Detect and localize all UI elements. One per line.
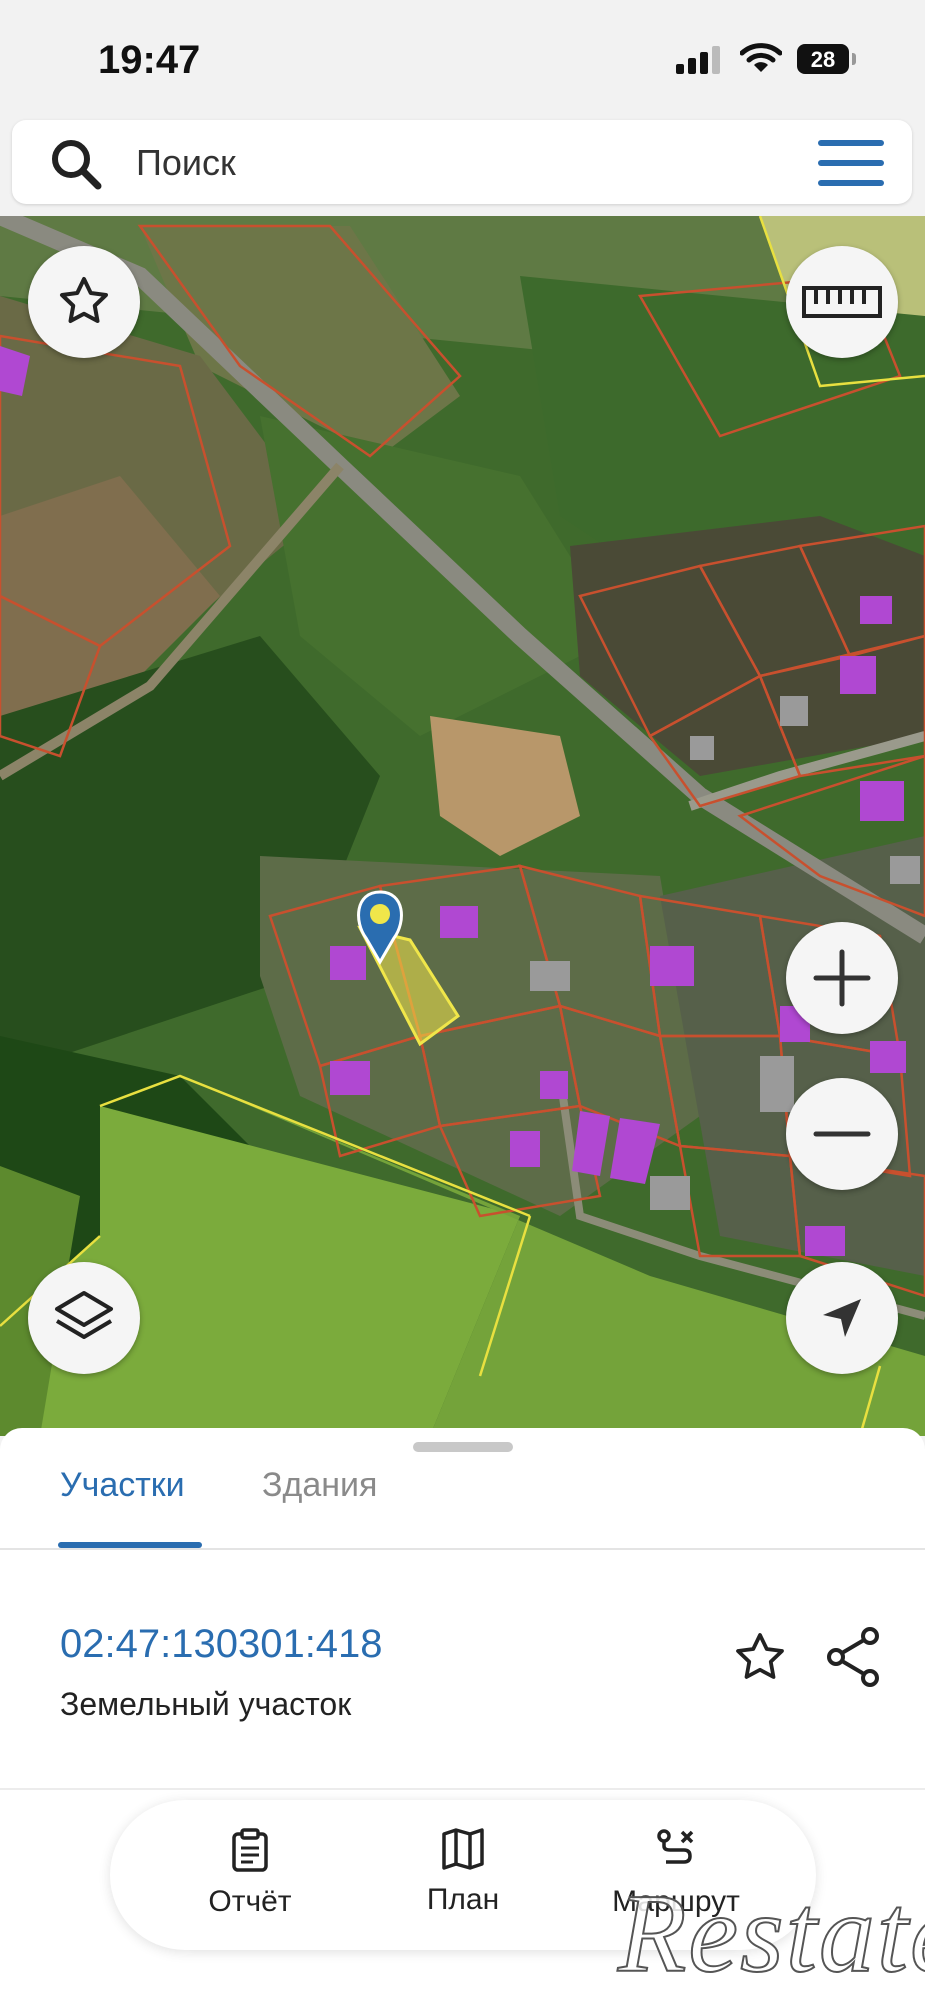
plan-button[interactable]: План (363, 1828, 563, 1917)
minus-icon (813, 1131, 871, 1137)
tabs-divider (0, 1548, 925, 1550)
layers-icon (55, 1291, 113, 1339)
map-canvas[interactable] (0, 216, 925, 1436)
search-icon[interactable] (48, 136, 104, 192)
battery-tip (852, 53, 856, 65)
content-divider (0, 1788, 925, 1790)
zoom-in-button[interactable] (786, 922, 898, 1034)
sheet-drag-handle[interactable] (413, 1442, 513, 1452)
ruler-icon (802, 286, 882, 318)
favorite-star-icon[interactable] (730, 1628, 790, 1688)
report-icon (232, 1828, 268, 1872)
my-location-button[interactable] (786, 1262, 898, 1374)
favorites-star-button[interactable] (28, 246, 140, 358)
map-plan-icon (442, 1828, 484, 1870)
satellite-map[interactable] (0, 216, 925, 1436)
layers-button[interactable] (28, 1262, 140, 1374)
cellular-signal-icon (676, 46, 720, 74)
tab-buildings[interactable]: Здания (262, 1466, 377, 1505)
status-bar: 19:47 28 (0, 0, 925, 120)
parcel-type-label: Земельный участок (60, 1686, 352, 1722)
plan-label: План (426, 1883, 500, 1916)
report-button[interactable]: Отчёт (150, 1828, 350, 1919)
zoom-out-button[interactable] (786, 1078, 898, 1190)
battery-level: 28 (810, 47, 836, 72)
search-bar[interactable]: Поиск (12, 120, 912, 204)
menu-icon[interactable] (818, 140, 884, 186)
ruler-button[interactable] (786, 246, 898, 358)
route-icon (657, 1829, 694, 1864)
battery-icon: 28 (797, 44, 849, 74)
status-time: 19:47 (98, 38, 201, 82)
plus-icon (813, 949, 871, 1007)
report-label: Отчёт (208, 1885, 292, 1918)
tab-parcels[interactable]: Участки (60, 1466, 185, 1505)
wifi-icon (740, 43, 782, 72)
search-input[interactable]: Поиск (136, 142, 236, 184)
cadastral-number-link[interactable]: 02:47:130301:418 (60, 1622, 383, 1667)
navigation-arrow-icon (823, 1299, 861, 1337)
star-icon (60, 277, 108, 323)
watermark: Restate (617, 1871, 925, 1997)
share-icon[interactable] (824, 1626, 884, 1688)
